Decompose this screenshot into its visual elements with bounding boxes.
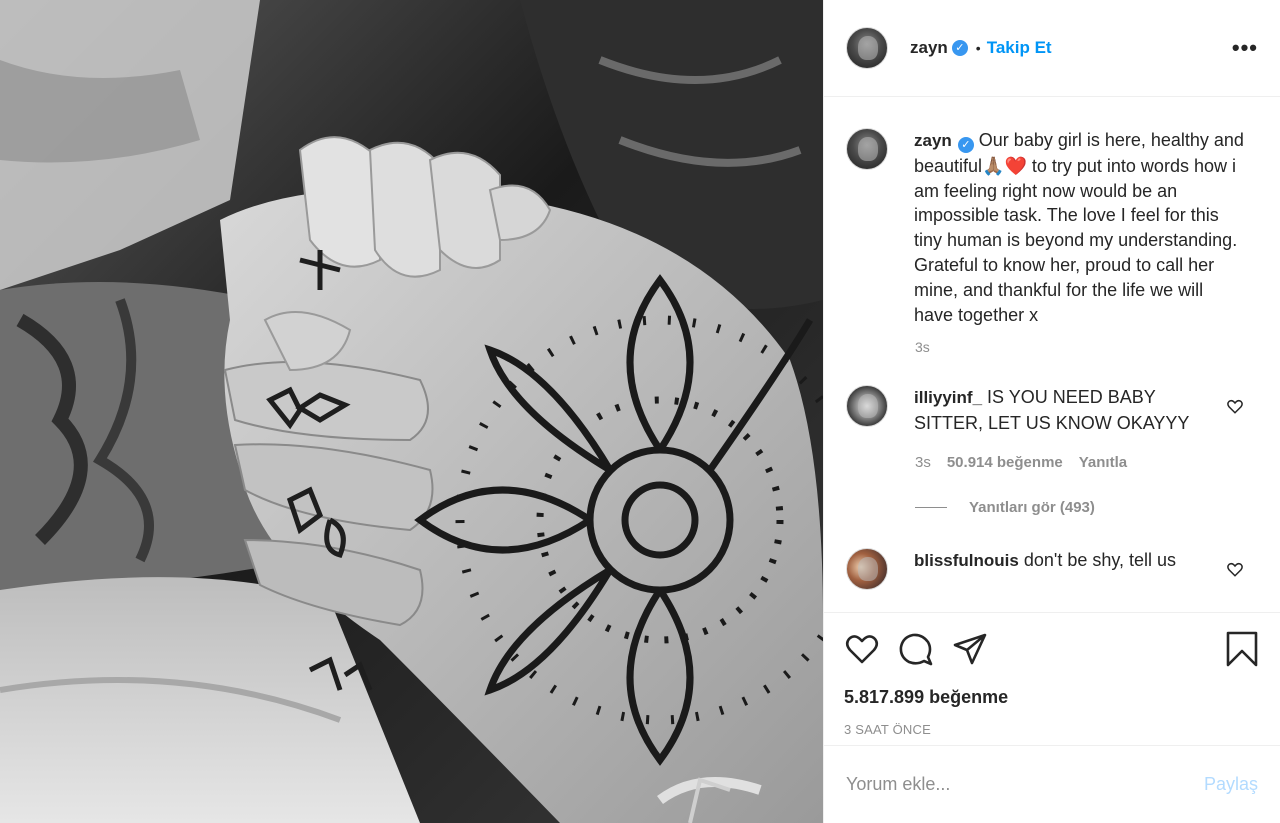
caption-avatar[interactable] bbox=[846, 128, 888, 170]
comment-input[interactable] bbox=[846, 774, 1204, 795]
comment-text-block: illiyyinf_ IS YOU NEED BABY SITTER, LET … bbox=[914, 385, 1204, 436]
comment-meta: 3s 50.914 beğenme Yanıtla bbox=[915, 454, 1258, 471]
replies-divider bbox=[915, 506, 947, 508]
action-icons bbox=[844, 631, 1260, 667]
post-timestamp[interactable]: 3 SAAT ÖNCE bbox=[844, 722, 1260, 737]
post-comment-button[interactable]: Paylaş bbox=[1204, 774, 1258, 795]
caption-time[interactable]: 3s bbox=[915, 339, 1258, 355]
comment-icon[interactable] bbox=[898, 631, 934, 667]
commenter-avatar[interactable] bbox=[846, 385, 888, 428]
reply-button[interactable]: Yanıtla bbox=[1079, 454, 1127, 471]
verified-badge-icon: ✓ bbox=[951, 40, 968, 56]
comment-item: blissfulnouis don't be shy, tell us bbox=[846, 547, 1258, 590]
author-username[interactable]: zayn bbox=[910, 38, 948, 58]
post-header: zayn ✓ • Takip Et ••• bbox=[824, 0, 1280, 97]
comments-list[interactable]: zayn ✓ Our baby girl is here, healthy and … bbox=[824, 98, 1280, 612]
author-avatar[interactable] bbox=[846, 27, 888, 69]
post-sidebar: zayn ✓ • Takip Et ••• zayn ✓ Our baby girl… bbox=[823, 0, 1280, 823]
bookmark-icon[interactable] bbox=[1224, 631, 1260, 667]
commenter-avatar[interactable] bbox=[846, 547, 888, 590]
view-replies-label: Yanıtları gör (493) bbox=[969, 498, 1095, 516]
comment-like-icon[interactable] bbox=[1226, 560, 1244, 578]
caption: zayn ✓ Our baby girl is here, healthy and … bbox=[846, 128, 1258, 327]
comment-time[interactable]: 3s bbox=[915, 454, 931, 471]
heart-icon[interactable] bbox=[844, 631, 880, 667]
share-icon[interactable] bbox=[952, 631, 988, 667]
post-photo[interactable] bbox=[0, 0, 823, 823]
caption-username[interactable]: zayn bbox=[914, 131, 952, 150]
more-icon[interactable]: ••• bbox=[1232, 35, 1258, 61]
comment-body: don't be shy, tell us bbox=[1023, 549, 1177, 570]
caption-body: Our baby girl is here, healthy and beaut… bbox=[914, 130, 1244, 325]
comment-like-icon[interactable] bbox=[1226, 397, 1244, 415]
separator-dot: • bbox=[975, 40, 981, 56]
comment-username[interactable]: blissfulnouis bbox=[914, 551, 1019, 570]
verified-badge-icon: ✓ bbox=[957, 137, 974, 153]
likes-count[interactable]: 5.817.899 beğenme bbox=[844, 687, 1260, 708]
post-image bbox=[0, 0, 823, 823]
post-actions: 5.817.899 beğenme 3 SAAT ÖNCE bbox=[824, 612, 1280, 745]
comment-likes[interactable]: 50.914 beğenme bbox=[947, 454, 1063, 471]
follow-button[interactable]: Takip Et bbox=[987, 38, 1052, 58]
comment-item: illiyyinf_ IS YOU NEED BABY SITTER, LET … bbox=[846, 385, 1258, 436]
comment-username[interactable]: illiyyinf_ bbox=[914, 388, 982, 407]
caption-text-block: zayn ✓ Our baby girl is here, healthy and … bbox=[914, 128, 1244, 327]
view-replies-button[interactable]: Yanıtları gör (493) bbox=[915, 499, 1258, 516]
comment-text-block: blissfulnouis don't be shy, tell us bbox=[914, 548, 1204, 590]
add-comment-bar: Paylaş bbox=[824, 745, 1280, 823]
